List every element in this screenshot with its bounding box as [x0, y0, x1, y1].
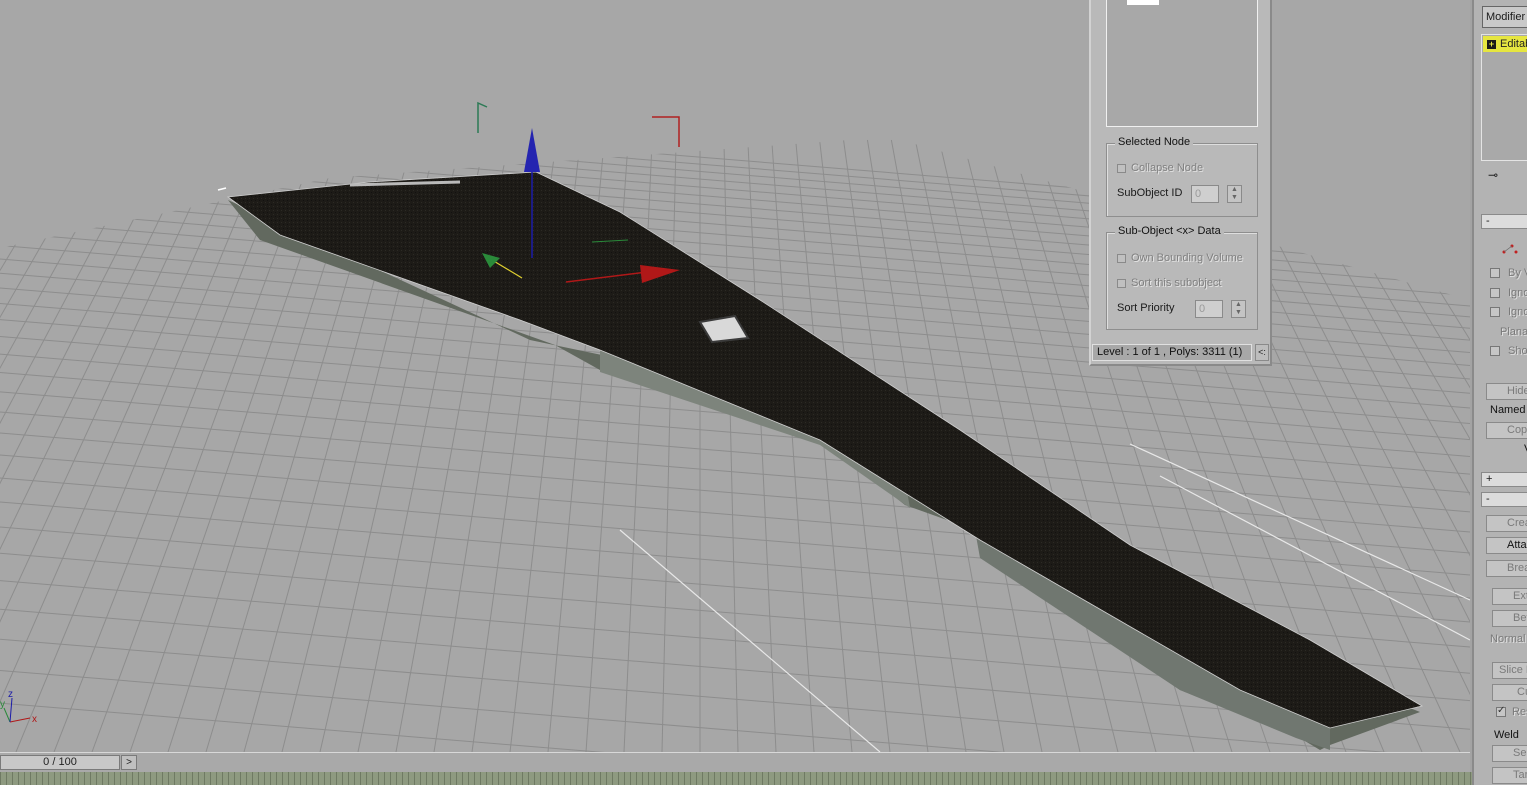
subobject-data-group: Sub-Object <x> Data Own Bounding Volume … — [1106, 225, 1258, 330]
collapse-node-label: Collapse Node — [1131, 162, 1204, 174]
grid-line — [1441, 139, 1470, 752]
grid-line — [1465, 139, 1470, 752]
grid-line — [0, 477, 1470, 599]
extrude-button[interactable]: Extrude — [1492, 588, 1527, 605]
lod-status: Level : 1 of 1 , Polys: 3311 (1) — [1092, 344, 1252, 361]
sort-priority-spinner[interactable]: ▲ ▼ — [1231, 300, 1246, 318]
collapse-node-checkbox[interactable]: Collapse Node — [1117, 162, 1203, 174]
time-slider[interactable]: 0 / 100 — [0, 755, 120, 770]
next-frame-button[interactable]: > — [121, 755, 137, 770]
planar-thresh-label: Planar Thresh — [1500, 326, 1527, 338]
ignore-visible-checkbox[interactable] — [1490, 307, 1500, 317]
grid-line — [0, 432, 1470, 554]
copy-button[interactable]: Copy — [1486, 422, 1527, 439]
cut-button[interactable]: Cut — [1492, 684, 1527, 701]
show-normals-label: Show Normals — [1508, 345, 1527, 357]
lod-tree-list[interactable] — [1106, 0, 1258, 127]
sort-this-subobject-label: Sort this subobject — [1131, 277, 1222, 289]
grid-line — [0, 139, 199, 752]
sort-this-subobject-checkbox[interactable]: Sort this subobject — [1117, 277, 1222, 289]
grid-line — [723, 139, 739, 752]
grid-line — [1369, 139, 1470, 752]
grid-line — [0, 454, 1470, 576]
world-axis-tripod: x y z — [0, 689, 37, 725]
grid-line — [1345, 139, 1470, 752]
collapse-node-check-box[interactable] — [1117, 163, 1126, 173]
bevel-button[interactable]: Bevel — [1492, 610, 1527, 627]
stack-item-expander[interactable]: + — [1487, 39, 1496, 49]
grid-line — [0, 139, 79, 752]
weld-group-title: Weld — [1494, 729, 1519, 741]
slice-plane-button[interactable]: Slice Plane — [1492, 662, 1527, 679]
time-slider-bar: 0 / 100 > — [0, 752, 1470, 773]
subobject-id-spinner[interactable]: ▲ ▼ — [1227, 185, 1242, 203]
dialog-collapse-button[interactable]: <: — [1255, 344, 1269, 361]
command-panel: Modifier List + Editable Poly ⊸ - By Vert… — [1472, 0, 1527, 785]
by-vertex-checkbox[interactable] — [1490, 268, 1500, 278]
create-button[interactable]: Create — [1486, 515, 1527, 532]
hide-button[interactable]: Hide — [1486, 383, 1527, 400]
subobject-id-label: SubObject ID — [1117, 187, 1183, 199]
grid-line — [0, 139, 7, 752]
own-bounding-volume-check-box[interactable] — [1117, 253, 1126, 263]
show-normals-checkbox[interactable] — [1490, 346, 1500, 356]
named-selections-label: Named Selections: — [1490, 404, 1527, 416]
by-vertex-label: By Vertex — [1508, 267, 1527, 279]
grid-line — [0, 139, 223, 752]
attach-button[interactable]: Attach — [1486, 537, 1527, 554]
subobject-data-title: Sub-Object <x> Data — [1115, 225, 1224, 237]
ignore-visible-label: Ignore Visible — [1508, 306, 1527, 318]
axis-x-label: x — [32, 714, 37, 725]
rollout-soft-selection-toggle[interactable]: + — [1481, 472, 1527, 487]
stack-item-editable-poly[interactable]: + Editable Poly — [1483, 36, 1527, 52]
modifier-stack[interactable]: + Editable Poly — [1481, 34, 1527, 161]
grid-line — [0, 139, 246, 752]
subobject-id-field[interactable]: 0 — [1191, 185, 1219, 203]
lod-dialog: Selected Node Collapse Node SubObject ID… — [1089, 0, 1272, 366]
pin-stack-icon[interactable]: ⊸ — [1488, 168, 1498, 182]
sort-priority-field[interactable]: 0 — [1195, 300, 1223, 318]
grid-line — [0, 139, 103, 752]
stack-item-label: Editable Poly — [1500, 38, 1527, 50]
target-button[interactable]: Target — [1492, 767, 1527, 784]
rollout-edit-vertices-toggle[interactable]: - — [1481, 492, 1527, 507]
select-button[interactable]: Select — [1492, 745, 1527, 762]
own-bounding-volume-checkbox[interactable]: Own Bounding Volume — [1117, 252, 1243, 264]
rollout-selection-toggle[interactable]: - — [1481, 214, 1527, 229]
modifier-list-dropdown[interactable]: Modifier List — [1482, 6, 1527, 28]
normal-label: Normal — [1490, 633, 1526, 645]
ignore-backfacing-label: Ignore Backfacing — [1508, 287, 1527, 299]
axis-z-label: z — [8, 689, 13, 700]
reset-plane-label: Reset Plane — [1512, 706, 1527, 718]
axis-y-label: y — [0, 699, 5, 710]
grid-line — [0, 411, 1470, 533]
lod-tree-selected-item[interactable] — [1127, 0, 1159, 5]
gizmo-z-arrow-icon — [524, 128, 540, 172]
ignore-backfacing-checkbox[interactable] — [1490, 288, 1500, 298]
grid-line — [0, 139, 55, 752]
sort-this-subobject-check-box[interactable] — [1117, 278, 1126, 288]
grid-line — [1417, 139, 1470, 752]
grid-line — [1393, 139, 1470, 752]
sort-priority-label: Sort Priority — [1117, 302, 1175, 314]
vertex-mode-icon[interactable] — [1500, 240, 1520, 256]
grid-line — [0, 139, 31, 752]
track-bar[interactable] — [0, 772, 1472, 785]
own-bounding-volume-label: Own Bounding Volume — [1131, 252, 1243, 264]
reset-plane-checkbox[interactable] — [1496, 705, 1506, 717]
break-button[interactable]: Break — [1486, 560, 1527, 577]
selected-node-group: Selected Node Collapse Node SubObject ID… — [1106, 136, 1258, 217]
selected-node-title: Selected Node — [1115, 136, 1194, 148]
